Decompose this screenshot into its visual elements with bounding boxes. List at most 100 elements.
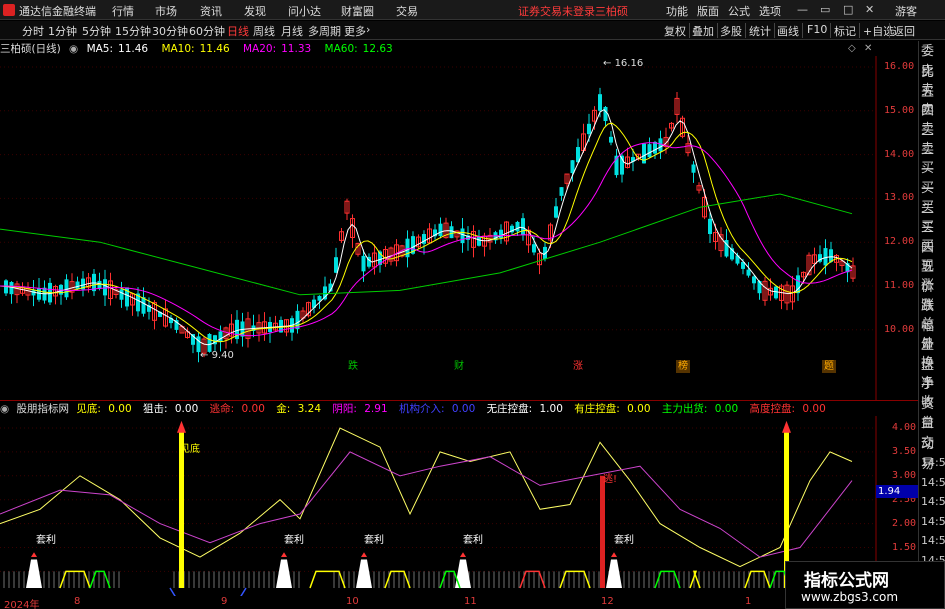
tool-adjust[interactable]: 复权 — [664, 23, 686, 39]
menu-markets[interactable]: 市场 — [155, 3, 177, 19]
menu-discover[interactable]: 发现 — [244, 3, 266, 19]
candle — [521, 218, 525, 236]
candle — [75, 281, 80, 290]
menu-layout[interactable]: 版面 — [697, 3, 719, 19]
bottom-annotation: 见底 — [180, 444, 200, 455]
menu-options[interactable]: 选项 — [759, 3, 781, 19]
period-5min[interactable]: 5分钟 — [82, 23, 111, 39]
candle — [295, 310, 300, 330]
low-price-label: ← 9.40 — [200, 350, 234, 361]
app-title: 通达信金融终端 — [19, 5, 96, 18]
profit-annotation: 套利 — [614, 535, 634, 546]
period-daily[interactable]: 日线 — [227, 23, 249, 39]
indicator-tick: 4.00 — [892, 422, 917, 433]
candle — [653, 141, 657, 154]
indicator-tick: 1.50 — [892, 541, 917, 553]
ma10-label: MA10: 11.46 — [161, 43, 230, 55]
period-15min[interactable]: 15分钟 — [115, 23, 151, 39]
period-monthly[interactable]: 月线 — [281, 23, 303, 39]
candle — [752, 276, 756, 284]
menu-wealth[interactable]: 财富圈 — [341, 3, 374, 19]
tool-overlay[interactable]: 叠加 — [692, 23, 714, 39]
period-multi[interactable]: 多周期 — [308, 23, 341, 39]
date-tick: 8 — [74, 596, 81, 607]
chart-title: 三柏硕(日线) — [0, 43, 61, 55]
watermark-logo: 指标公式网 www.zbgs3.com — [785, 561, 945, 609]
ind-institution: 机构介入: 0.00 — [398, 403, 476, 415]
close-panel-icon[interactable]: ✕ — [864, 43, 872, 54]
period-more[interactable]: 更多 — [344, 23, 366, 39]
period-weekly[interactable]: 周线 — [253, 23, 275, 39]
menu-bar: 通达信金融终端 行情 市场 资讯 发现 问小达 财富圈 交易 证券交易未登录 三… — [0, 0, 945, 20]
date-tick: 11 — [464, 596, 477, 607]
ind-high-control: 高度控盘: 0.00 — [749, 403, 826, 415]
candle — [515, 221, 520, 232]
profit-annotation: 套利 — [36, 535, 56, 546]
event-badge-list[interactable]: 榜 — [676, 360, 690, 373]
event-badge-finance[interactable]: 财 — [452, 360, 466, 373]
side-item[interactable]: 14:56 — [921, 530, 945, 551]
menu-function[interactable]: 功能 — [666, 3, 688, 19]
candle — [598, 94, 602, 111]
tool-f10[interactable]: F10 — [807, 23, 827, 36]
period-toolbar: 分时 1分钟 5分钟 15分钟 30分钟 60分钟 日线 周线 月线 多周期 更… — [0, 21, 945, 40]
tool-back[interactable]: 返回 — [893, 23, 915, 39]
candle — [477, 236, 481, 246]
candle — [317, 295, 322, 301]
candle — [31, 290, 36, 296]
side-item[interactable]: 14:56 — [921, 491, 945, 512]
settings-icon[interactable]: ◉ — [69, 43, 78, 55]
maximize-icon[interactable]: □ — [843, 3, 853, 16]
candle — [119, 289, 124, 300]
tool-stats[interactable]: 统计 — [749, 23, 771, 39]
menu-formula[interactable]: 公式 — [728, 3, 750, 19]
candle — [708, 218, 712, 235]
ind-distribution: 主力出货: 0.00 — [661, 403, 739, 415]
side-item[interactable]: 14:56 — [921, 452, 945, 473]
period-60min[interactable]: 60分钟 — [189, 23, 225, 39]
indicator-tick: 3.50 — [892, 445, 917, 457]
stock-name-label: 三柏硕 — [595, 5, 628, 18]
menu-trade[interactable]: 交易 — [396, 3, 418, 19]
period-30min[interactable]: 30分钟 — [152, 23, 188, 39]
tool-mark[interactable]: 标记 — [834, 23, 856, 39]
price-tick: 16.00 — [884, 61, 915, 72]
candle — [559, 187, 564, 196]
price-tick: 11.00 — [884, 280, 915, 291]
ma5-label: MA5: 11.46 — [86, 43, 149, 55]
candlestick-chart — [0, 56, 877, 401]
side-item[interactable]: 14:56 — [921, 511, 945, 532]
candle — [532, 244, 536, 253]
candle — [438, 223, 443, 237]
ind-yinyang: 阴阳: 2.91 — [332, 403, 388, 415]
price-tick: 12.00 — [884, 236, 915, 248]
close-icon[interactable]: ✕ — [865, 3, 874, 16]
side-item[interactable]: 14:56 — [921, 472, 945, 493]
guest-label[interactable]: 游客 — [895, 3, 917, 19]
candle — [37, 288, 41, 300]
candle — [460, 228, 465, 244]
event-badge-topic[interactable]: 题 — [822, 360, 836, 373]
profit-annotation: 套利 — [364, 535, 384, 546]
minimize-icon[interactable]: — — [797, 3, 808, 16]
settings-icon[interactable]: ◉ — [0, 403, 9, 415]
chevron-right-icon[interactable]: › — [366, 23, 370, 36]
period-intraday[interactable]: 分时 — [22, 23, 44, 39]
candle — [9, 282, 14, 295]
menu-news[interactable]: 资讯 — [200, 3, 222, 19]
menu-market[interactable]: 行情 — [112, 3, 134, 19]
login-notice[interactable]: 证券交易未登录 — [518, 3, 595, 19]
ind-has-control: 有庄控盘: 0.00 — [574, 403, 651, 415]
indicator-chart — [0, 416, 877, 596]
menu-ask[interactable]: 问小达 — [288, 3, 321, 19]
tool-draw[interactable]: 画线 — [777, 23, 799, 39]
diamond-icon[interactable]: ◇ — [848, 43, 856, 54]
event-badge-rise[interactable]: 涨 — [571, 360, 585, 373]
date-tick: 2024年 — [4, 600, 40, 609]
window-icon[interactable]: ▭ — [820, 3, 830, 16]
event-badge-drop[interactable]: 跌 — [346, 360, 360, 373]
price-tick: 10.00 — [884, 323, 915, 335]
period-1min[interactable]: 1分钟 — [48, 23, 77, 39]
indicator-tick: 3.00 — [892, 469, 917, 481]
tool-multi-stock[interactable]: 多股 — [720, 23, 742, 39]
